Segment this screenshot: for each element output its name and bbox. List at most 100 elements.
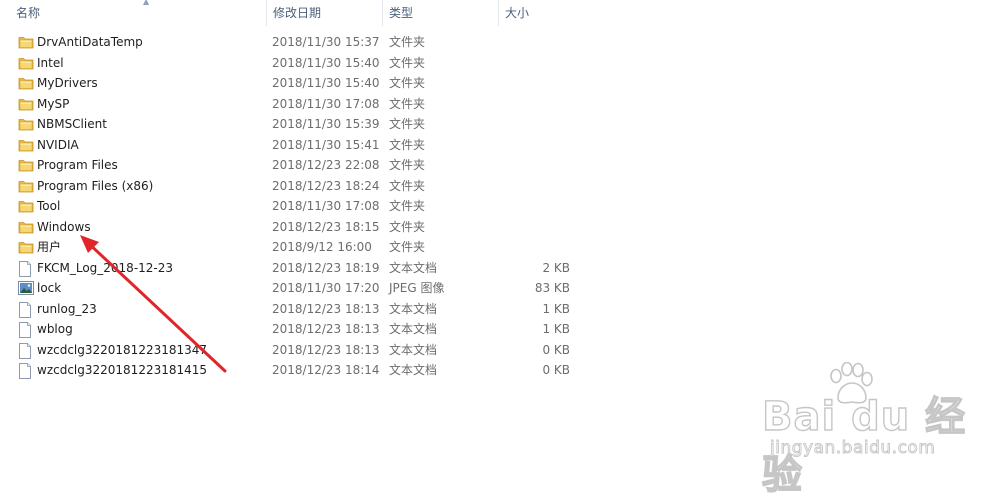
file-row[interactable]: DrvAntiDataTemp 2018/11/30 15:37 文件夹 [0, 32, 600, 53]
column-header-date-label: 修改日期 [273, 6, 322, 20]
file-row[interactable]: 用户 2018/9/12 16:00 文件夹 [0, 237, 600, 258]
file-size: 1 KB [542, 322, 570, 336]
file-type: 文本文档 [389, 260, 438, 275]
file-date-modified: 2018/11/30 15:39 [272, 117, 380, 131]
file-name: NVIDIA [37, 137, 79, 152]
text-file-icon [18, 340, 34, 360]
watermark-url: jingyan.baidu.com [770, 438, 936, 459]
file-type: 文件夹 [389, 178, 426, 193]
file-name: Tool [37, 199, 61, 213]
file-size: 0 KB [542, 342, 570, 357]
column-header-size[interactable]: 大小 [498, 0, 578, 26]
file-type: 文件夹 [389, 137, 426, 152]
file-date-modified: 2018/12/23 18:13 [272, 342, 380, 357]
file-type: 文件夹 [389, 240, 426, 254]
file-row[interactable]: Program Files (x86) 2018/12/23 18:24 文件夹 [0, 176, 600, 197]
file-type: 文本文档 [389, 301, 438, 316]
file-row[interactable]: wblog 2018/12/23 18:13 文本文档 1 KB [0, 319, 600, 340]
file-row[interactable]: Intel 2018/11/30 15:40 文件夹 [0, 53, 600, 74]
file-date-modified: 2018/12/23 18:15 [272, 219, 380, 234]
file-name: runlog_23 [37, 301, 97, 316]
column-header-date-modified[interactable]: 修改日期 [266, 0, 382, 26]
folder-icon [18, 94, 34, 114]
column-header-name[interactable]: 名称 ▲ [10, 0, 266, 26]
file-row[interactable]: NVIDIA 2018/11/30 15:41 文件夹 [0, 135, 600, 156]
file-date-modified: 2018/11/30 17:08 [272, 96, 380, 111]
text-file-icon [18, 319, 34, 339]
folder-icon [18, 114, 34, 134]
file-type: 文件夹 [389, 55, 426, 70]
file-name: MySP [37, 96, 70, 111]
file-date-modified: 2018/12/23 18:13 [272, 322, 380, 336]
file-size: 1 KB [542, 301, 570, 316]
file-date-modified: 2018/11/30 17:08 [272, 199, 380, 213]
file-name: wzcdclg3220181223181347 [37, 342, 208, 357]
file-name: Windows [37, 219, 91, 234]
folder-icon [18, 53, 34, 73]
file-type: 文件夹 [389, 35, 426, 49]
file-type: JPEG 图像 [389, 281, 445, 295]
baidu-jingyan-watermark: Bai du 经验 jingyan.baidu.com [750, 362, 1000, 499]
file-name: DrvAntiDataTemp [37, 35, 143, 49]
column-header-bar: 名称 ▲ 修改日期 类型 大小 [0, 0, 578, 26]
file-row[interactable]: MyDrivers 2018/11/30 15:40 文件夹 [0, 73, 600, 94]
file-type: 文件夹 [389, 219, 426, 234]
file-type: 文本文档 [389, 322, 438, 336]
folder-icon [18, 196, 34, 216]
file-date-modified: 2018/11/30 15:41 [272, 137, 380, 152]
file-size: 83 KB [534, 281, 570, 295]
image-file-icon [18, 278, 34, 298]
file-row[interactable]: Tool 2018/11/30 17:08 文件夹 [0, 196, 600, 217]
file-row[interactable]: runlog_23 2018/12/23 18:13 文本文档 1 KB [0, 299, 600, 320]
file-name: NBMSClient [37, 117, 107, 131]
file-type: 文件夹 [389, 117, 426, 131]
file-type: 文本文档 [389, 363, 438, 377]
file-name: wzcdclg3220181223181415 [37, 363, 208, 377]
file-date-modified: 2018/11/30 15:40 [272, 55, 380, 70]
file-date-modified: 2018/9/12 16:00 [272, 240, 372, 254]
file-name: 用户 [37, 240, 62, 254]
file-type: 文件夹 [389, 199, 426, 213]
file-name: MyDrivers [37, 76, 98, 90]
file-name: wblog [37, 322, 73, 336]
folder-icon [18, 32, 34, 52]
file-row[interactable]: Windows 2018/12/23 18:15 文件夹 [0, 217, 600, 238]
text-file-icon [18, 258, 34, 278]
folder-icon [18, 155, 34, 175]
folder-icon [18, 135, 34, 155]
file-date-modified: 2018/12/23 22:08 [272, 158, 380, 172]
file-date-modified: 2018/11/30 17:20 [272, 281, 380, 295]
file-list: DrvAntiDataTemp 2018/11/30 15:37 文件夹 Intel 2… [0, 32, 600, 381]
file-date-modified: 2018/12/23 18:19 [272, 260, 380, 275]
file-name: Program Files (x86) [37, 178, 154, 193]
file-size: 2 KB [542, 260, 570, 275]
file-row[interactable]: wzcdclg3220181223181347 2018/12/23 18:13 文… [0, 340, 600, 361]
file-date-modified: 2018/12/23 18:13 [272, 301, 380, 316]
file-date-modified: 2018/12/23 18:14 [272, 363, 380, 377]
file-row[interactable]: FKCM_Log_2018-12-23 2018/12/23 18:19 文本文档 2… [0, 258, 600, 279]
file-row[interactable]: Program Files 2018/12/23 22:08 文件夹 [0, 155, 600, 176]
file-name: FKCM_Log_2018-12-23 [37, 260, 174, 275]
text-file-icon [18, 360, 34, 380]
file-date-modified: 2018/12/23 18:24 [272, 178, 380, 193]
file-type: 文件夹 [389, 76, 426, 90]
file-row[interactable]: wzcdclg3220181223181415 2018/12/23 18:14 文… [0, 360, 600, 381]
file-date-modified: 2018/11/30 15:40 [272, 76, 380, 90]
folder-icon [18, 176, 34, 196]
file-row[interactable]: NBMSClient 2018/11/30 15:39 文件夹 [0, 114, 600, 135]
file-type: 文件夹 [389, 96, 426, 111]
column-header-name-label: 名称 [16, 6, 41, 20]
folder-icon [18, 217, 34, 237]
column-header-type[interactable]: 类型 [382, 0, 498, 26]
sort-ascending-icon: ▲ [143, 0, 150, 6]
file-name: Intel [37, 55, 64, 70]
file-date-modified: 2018/11/30 15:37 [272, 35, 380, 49]
file-row[interactable]: MySP 2018/11/30 17:08 文件夹 [0, 94, 600, 115]
file-type: 文件夹 [389, 158, 426, 172]
file-size: 0 KB [542, 363, 570, 377]
file-row[interactable]: lock 2018/11/30 17:20 JPEG 图像 83 KB [0, 278, 600, 299]
file-name: Program Files [37, 158, 118, 172]
folder-icon [18, 237, 34, 257]
file-type: 文本文档 [389, 342, 438, 357]
file-name: lock [37, 281, 62, 295]
